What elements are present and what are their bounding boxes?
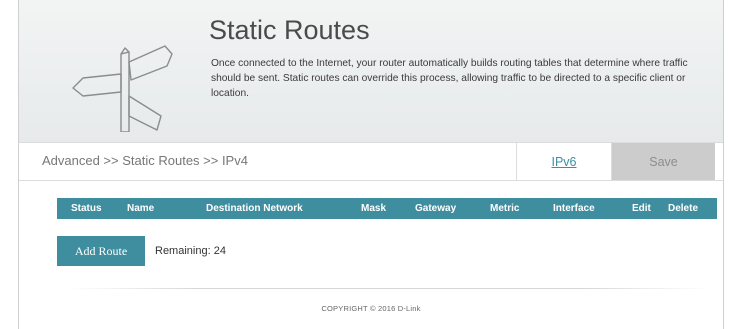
breadcrumb: Advanced >> Static Routes >> IPv4	[42, 153, 248, 168]
remaining-count: Remaining: 24	[155, 245, 226, 257]
column-header-mask: Mask	[361, 203, 387, 214]
toolbar-row: Advanced >> Static Routes >> IPv4 IPv6 S…	[19, 142, 723, 181]
column-header-gateway: Gateway	[415, 203, 457, 214]
page-frame: Static Routes Once connected to the Inte…	[18, 0, 724, 329]
column-header-name: Name	[127, 203, 155, 214]
column-header-destination-network: Destination Network	[206, 203, 303, 214]
column-header-interface: Interface	[553, 203, 595, 214]
page-title: Static Routes	[209, 15, 370, 45]
column-header-edit: Edit	[632, 203, 651, 214]
ipv6-link[interactable]: IPv6	[516, 143, 612, 180]
header-banner: Static Routes Once connected to the Inte…	[19, 0, 723, 142]
footer-divider	[69, 288, 709, 289]
routes-table-header: Status Name Destination Network Mask Gat…	[57, 198, 717, 219]
add-route-button[interactable]: Add Route	[57, 236, 145, 266]
signpost-icon	[72, 45, 173, 132]
column-header-status: Status	[71, 203, 102, 214]
save-button[interactable]: Save	[612, 143, 715, 180]
column-header-metric: Metric	[490, 203, 520, 214]
page-description: Once connected to the Internet, your rou…	[211, 58, 688, 99]
copyright-footer: COPYRIGHT © 2016 D-Link	[321, 304, 421, 313]
column-header-delete: Delete	[668, 203, 699, 214]
